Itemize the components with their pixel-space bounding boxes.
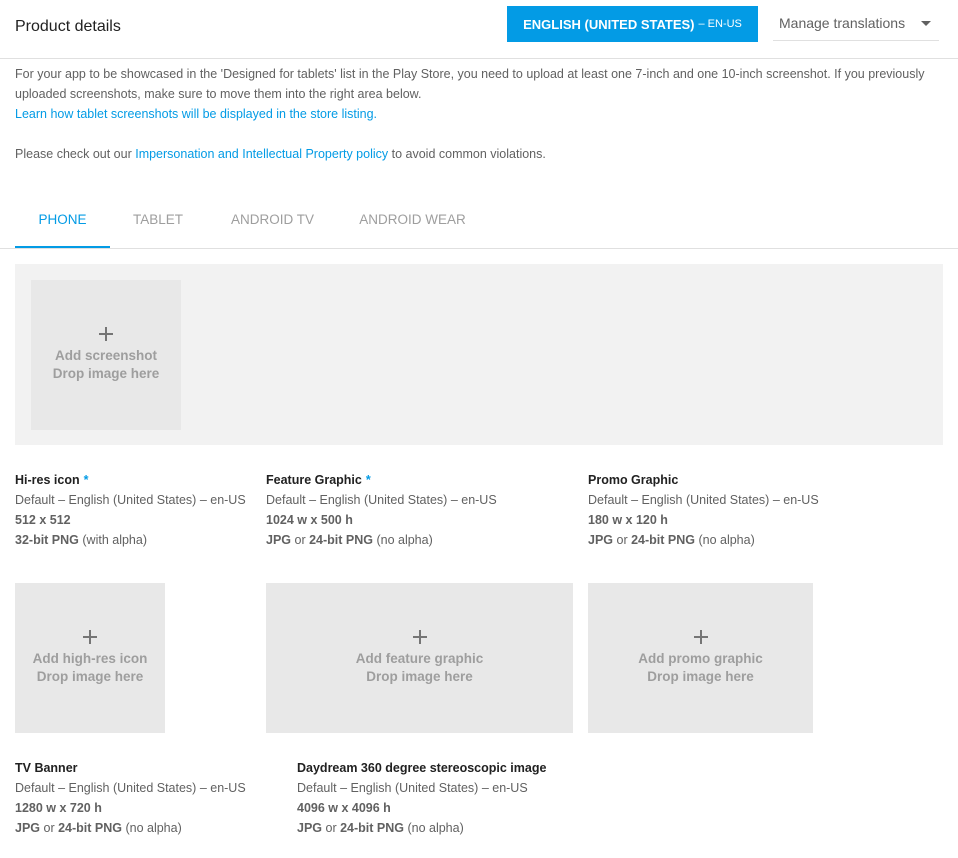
tab-android-tv[interactable]: ANDROID TV [216, 192, 329, 247]
asset-format-note: (no alpha) [403, 821, 464, 835]
asset-locale: Default – English (United States) – en-U… [588, 493, 819, 507]
manage-translations-dropdown[interactable]: Manage translations [773, 6, 939, 41]
promo-graphic-info: Promo Graphic Default – English (United … [588, 470, 819, 550]
asset-locale: Default – English (United States) – en-U… [15, 781, 246, 795]
language-button-label: ENGLISH (UNITED STATES) [523, 16, 695, 32]
required-marker: * [83, 473, 89, 487]
asset-locale: Default – English (United States) – en-U… [266, 493, 497, 507]
asset-size: 512 x 512 [15, 513, 71, 527]
dropzone-hint: Drop image here [36, 669, 144, 684]
asset-format-2: 24-bit PNG [58, 821, 122, 835]
asset-format-or: or [291, 533, 310, 547]
policy-suffix: to avoid common violations. [388, 147, 546, 161]
asset-format-or: or [613, 533, 632, 547]
screenshot-area: Add screenshot Drop image here [15, 264, 943, 445]
tablet-notice: For your app to be showcased in the 'Des… [15, 67, 925, 101]
header: Product details ENGLISH (UNITED STATES) … [0, 0, 958, 59]
policy-prefix: Please check out our [15, 147, 136, 161]
tab-phone[interactable]: PHONE [15, 192, 110, 248]
dropzone-hint: Drop image here [366, 669, 473, 684]
asset-format: JPG [588, 533, 614, 547]
asset-size: 1280 w x 720 h [15, 801, 102, 815]
add-hires-icon-dropzone[interactable]: Add high-res icon Drop image here [15, 583, 165, 733]
language-button[interactable]: ENGLISH (UNITED STATES) – EN-US [507, 6, 758, 42]
asset-name: TV Banner [15, 761, 78, 775]
asset-name: Feature Graphic [266, 473, 362, 487]
asset-format-or: or [40, 821, 59, 835]
plus-icon [412, 630, 427, 644]
dropzone-hint: Drop image here [647, 669, 754, 684]
asset-format-note: (with alpha) [78, 533, 147, 547]
asset-format-2: 24-bit PNG [340, 821, 404, 835]
policy-link[interactable]: Impersonation and Intellectual Property … [135, 147, 388, 161]
asset-format-2: 24-bit PNG [309, 533, 373, 547]
asset-format-note: (no alpha) [372, 533, 433, 547]
asset-name: Promo Graphic [588, 473, 679, 487]
asset-format-or: or [322, 821, 341, 835]
page-title: Product details [15, 18, 121, 35]
info-text: For your app to be showcased in the 'Des… [15, 64, 945, 164]
asset-format: JPG [266, 533, 292, 547]
caret-down-icon [921, 21, 931, 26]
asset-locale: Default – English (United States) – en-U… [297, 781, 528, 795]
plus-icon [99, 327, 113, 341]
asset-locale: Default – English (United States) – en-U… [15, 493, 246, 507]
tab-android-wear[interactable]: ANDROID WEAR [346, 192, 479, 247]
asset-format-2: 24-bit PNG [631, 533, 695, 547]
asset-name: Hi-res icon [15, 473, 80, 487]
asset-format-note: (no alpha) [121, 821, 182, 835]
device-tabs: PHONE TABLET ANDROID TV ANDROID WEAR [0, 192, 958, 249]
add-feature-graphic-dropzone[interactable]: Add feature graphic Drop image here [266, 583, 573, 733]
dropzone-hint: Drop image here [52, 366, 160, 381]
asset-name: Daydream 360 degree stereoscopic image [297, 761, 547, 775]
add-screenshot-dropzone[interactable]: Add screenshot Drop image here [31, 280, 181, 430]
asset-size: 1024 w x 500 h [266, 513, 353, 527]
language-button-code: – EN-US [698, 18, 742, 30]
policy-notice: Please check out our Impersonation and I… [15, 144, 945, 164]
dropzone-label: Add feature graphic [355, 651, 484, 666]
hires-icon-info: Hi-res icon * Default – English (United S… [15, 470, 246, 550]
tablet-screenshots-link[interactable]: Learn how tablet screenshots will be dis… [15, 107, 377, 121]
asset-format: JPG [297, 821, 323, 835]
asset-format: 32-bit PNG [15, 533, 79, 547]
asset-size: 4096 w x 4096 h [297, 801, 391, 815]
tab-tablet[interactable]: TABLET [118, 192, 198, 247]
dropzone-label: Add high-res icon [32, 651, 148, 666]
required-marker: * [365, 473, 371, 487]
dropzone-label: Add screenshot [54, 348, 158, 363]
manage-translations-label: Manage translations [779, 15, 906, 31]
plus-icon [83, 630, 97, 644]
plus-icon [693, 630, 708, 644]
feature-graphic-info: Feature Graphic * Default – English (Unit… [266, 470, 497, 550]
asset-format-note: (no alpha) [694, 533, 755, 547]
asset-size: 180 w x 120 h [588, 513, 668, 527]
tv-banner-info: TV Banner Default – English (United Stat… [15, 758, 246, 838]
daydream-image-info: Daydream 360 degree stereoscopic image D… [297, 758, 546, 838]
add-promo-graphic-dropzone[interactable]: Add promo graphic Drop image here [588, 583, 813, 733]
dropzone-label: Add promo graphic [638, 651, 763, 666]
asset-format: JPG [15, 821, 41, 835]
